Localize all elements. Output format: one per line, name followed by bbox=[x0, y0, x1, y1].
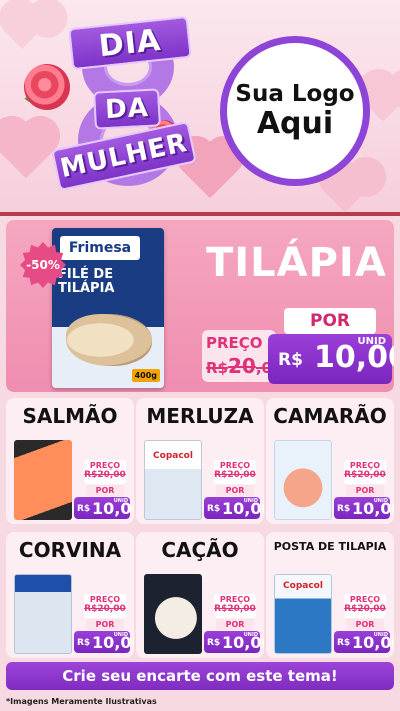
old-price: R$20,00 bbox=[344, 470, 386, 480]
product-image-merluza: Copacol bbox=[144, 440, 202, 520]
old-price-label: PREÇO bbox=[349, 461, 381, 470]
por-label: POR bbox=[346, 619, 384, 630]
por-label: POR bbox=[86, 485, 124, 496]
price-unit: UNID bbox=[243, 498, 258, 504]
product-name: MERLUZA bbox=[146, 404, 254, 428]
new-price-box: R$ 10,00 UNID bbox=[334, 497, 394, 519]
price-currency: R$ bbox=[77, 638, 91, 648]
featured-product-card[interactable]: Frimesa FILÉ DE TILÁPIA 400g -50% TILÁPI… bbox=[6, 220, 394, 392]
brand-label: Frimesa bbox=[60, 236, 140, 260]
product-card-salmao[interactable]: SALMÃO PREÇO R$20,00 POR R$ 10,00 UNID bbox=[6, 398, 134, 524]
product-image-salmon bbox=[14, 440, 72, 520]
old-price-int: 20 bbox=[228, 354, 256, 378]
product-image-posta-tilapia: Copacol bbox=[274, 574, 332, 654]
header-banner: DIA DA MULHER Sua Logo Aqui bbox=[0, 0, 400, 212]
price-unit: UNID bbox=[373, 632, 388, 638]
disclaimer-text: *Imagens Meramente Ilustrativas bbox=[6, 697, 157, 706]
title-word-da: DA bbox=[93, 88, 161, 130]
por-label: POR bbox=[284, 308, 376, 334]
old-price: R$20,00 bbox=[214, 470, 256, 480]
product-image-shrimp bbox=[274, 440, 332, 520]
featured-product-name: TILÁPIA bbox=[206, 240, 387, 286]
new-price-box: R$ 10,00 UNID bbox=[334, 631, 394, 653]
old-price-box: PREÇO R$20,00 bbox=[214, 460, 256, 484]
brand-label: Copacol bbox=[283, 581, 323, 591]
old-price: R$20,00 bbox=[214, 604, 256, 614]
price-unit: UNID bbox=[113, 632, 128, 638]
heart-icon bbox=[364, 84, 400, 122]
logo-placeholder[interactable]: Sua Logo Aqui bbox=[220, 36, 370, 186]
create-flyer-button[interactable]: Crie seu encarte com este tema! bbox=[6, 662, 394, 690]
product-image-corvina bbox=[14, 574, 72, 654]
logo-text-line2: Aqui bbox=[256, 106, 334, 142]
pack-title: FILÉ DE TILÁPIA bbox=[58, 267, 115, 296]
old-price-currency: R$ bbox=[206, 359, 228, 377]
product-name: POSTA DE TILAPIA bbox=[273, 540, 387, 553]
heart-icon bbox=[0, 121, 55, 179]
product-card-merluza[interactable]: MERLUZA Copacol PREÇO R$20,00 POR R$ 10,… bbox=[136, 398, 264, 524]
old-price-label: PREÇO bbox=[89, 595, 121, 604]
header-divider bbox=[0, 212, 400, 216]
old-price-box: PREÇO R$20,00 bbox=[344, 460, 386, 484]
product-image-tilapia: Frimesa FILÉ DE TILÁPIA 400g bbox=[52, 228, 164, 388]
price-currency: R$ bbox=[337, 638, 351, 648]
price-unit: UNID bbox=[373, 498, 388, 504]
product-image-cacao bbox=[144, 574, 202, 654]
old-price-label: PREÇO bbox=[89, 461, 121, 470]
new-price-box: R$ 10,00 UNID bbox=[74, 631, 134, 653]
old-price: R$20,00 bbox=[84, 470, 126, 480]
product-card-corvina[interactable]: CORVINA PREÇO R$20,00 POR R$ 10,00 UNID bbox=[6, 532, 134, 658]
logo-text-line1: Sua Logo bbox=[235, 80, 355, 107]
product-name: CAÇÃO bbox=[161, 538, 239, 562]
price-currency: R$ bbox=[207, 504, 221, 514]
pack-weight: 400g bbox=[131, 369, 160, 382]
por-label: POR bbox=[216, 619, 254, 630]
heart-icon bbox=[5, 15, 39, 49]
old-price-label: PREÇO bbox=[349, 595, 381, 604]
por-label: POR bbox=[346, 485, 384, 496]
old-price-label: PREÇO bbox=[206, 334, 263, 352]
old-price: R$20,00 bbox=[344, 604, 386, 614]
fish-fillet-image bbox=[66, 314, 152, 366]
new-price-box: R$ 10,00 UNID bbox=[204, 497, 264, 519]
product-name: CORVINA bbox=[18, 538, 122, 562]
product-name: CAMARÃO bbox=[273, 404, 387, 428]
product-card-camarao[interactable]: CAMARÃO PREÇO R$20,00 POR R$ 10,00 UNID bbox=[266, 398, 394, 524]
old-price-label: PREÇO bbox=[219, 595, 251, 604]
old-price-box: PREÇO R$20,00 bbox=[84, 460, 126, 484]
price-unit: UNID bbox=[357, 336, 386, 347]
por-label: POR bbox=[86, 619, 124, 630]
new-price-box: R$ 10,00 UNID bbox=[204, 631, 264, 653]
old-price-box: PREÇO R$20,00 bbox=[344, 594, 386, 618]
product-card-posta-tilapia[interactable]: POSTA DE TILAPIA Copacol PREÇO R$20,00 P… bbox=[266, 532, 394, 658]
rose-icon bbox=[24, 64, 70, 110]
new-price-box: R$ 10,00 UNID bbox=[268, 334, 394, 384]
product-name: SALMÃO bbox=[22, 404, 118, 428]
old-price-label: PREÇO bbox=[219, 461, 251, 470]
price-unit: UNID bbox=[243, 632, 258, 638]
price-currency: R$ bbox=[278, 350, 303, 370]
old-price-box: PREÇO R$20,00 bbox=[214, 594, 256, 618]
product-card-cacao[interactable]: CAÇÃO PREÇO R$20,00 POR R$ 10,00 UNID bbox=[136, 532, 264, 658]
price-unit: UNID bbox=[113, 498, 128, 504]
por-label: POR bbox=[216, 485, 254, 496]
old-price-box: PREÇO R$20,00 bbox=[84, 594, 126, 618]
price-currency: R$ bbox=[207, 638, 221, 648]
brand-label: Copacol bbox=[149, 451, 197, 461]
price-currency: R$ bbox=[337, 504, 351, 514]
new-price-box: R$ 10,00 UNID bbox=[74, 497, 134, 519]
old-price: R$20,00 bbox=[84, 604, 126, 614]
price-currency: R$ bbox=[77, 504, 91, 514]
